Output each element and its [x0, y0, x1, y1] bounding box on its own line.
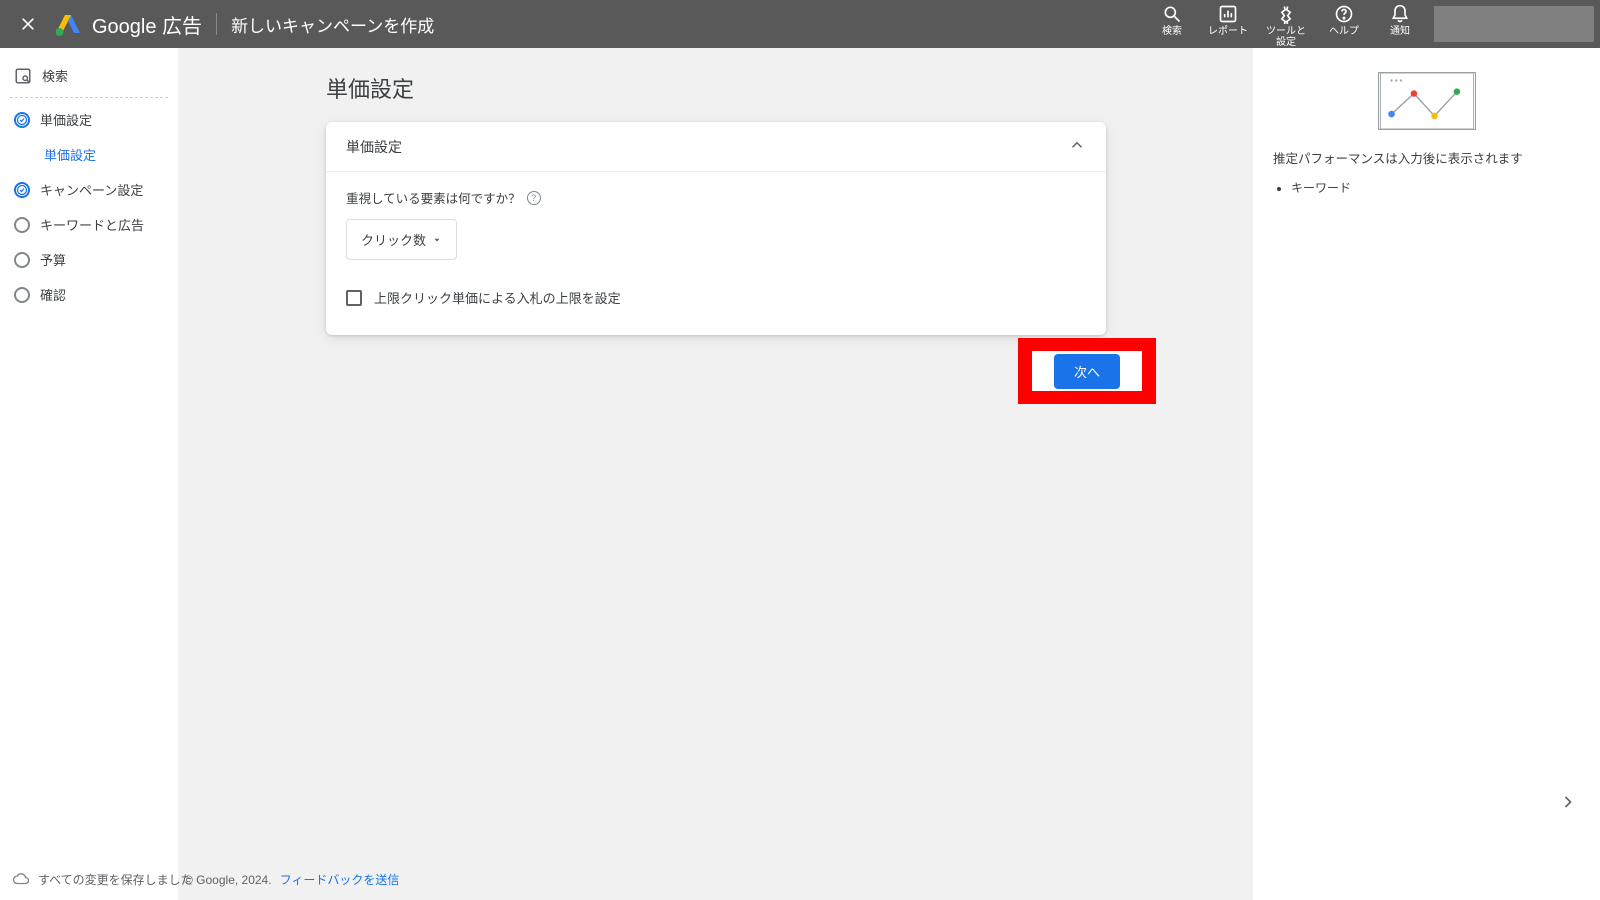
step-bidding-label: 単価設定: [40, 110, 92, 129]
bidding-card: 単価設定 重視している要素は何ですか？ ? クリック数: [326, 122, 1106, 335]
step-review[interactable]: 確認: [10, 277, 168, 312]
autosave-status: すべての変更を保存しました: [12, 870, 193, 888]
copyright-label: © Google, 2024.: [184, 873, 272, 887]
step-review-label: 確認: [40, 285, 66, 304]
focus-question-row: 重視している要素は何ですか？ ?: [346, 188, 1086, 207]
performance-message: 推定パフォーマンスは入力後に表示されます: [1273, 150, 1580, 169]
page-header-title: 新しいキャンペーンを作成: [231, 12, 434, 37]
card-title: 単価設定: [346, 137, 402, 157]
step-circle-icon: [14, 287, 30, 303]
step-check-icon: [14, 182, 30, 198]
close-icon[interactable]: [20, 16, 36, 32]
search-label: 検索: [1144, 26, 1200, 37]
step-campaign-settings[interactable]: キャンペーン設定: [10, 172, 168, 207]
step-bidding-sub-label: 単価設定: [44, 145, 96, 164]
max-cpc-checkbox-label: 上限クリック単価による入札の上限を設定: [374, 288, 621, 307]
footer-bar: © Google, 2024. フィードバックを送信: [184, 871, 399, 888]
performance-bullets: キーワード: [1273, 179, 1580, 196]
performance-bullet-keyword: キーワード: [1291, 179, 1580, 196]
max-cpc-checkbox-row: 上限クリック単価による入札の上限を設定: [346, 288, 1086, 307]
left-sidebar: 検索 単価設定 単価設定 キャンペーン設定 キーワードと広告 予算 確認: [0, 48, 178, 900]
main-content: 単価設定 単価設定 重視している要素は何ですか？ ? クリック数: [178, 48, 1253, 900]
chevron-up-icon[interactable]: [1068, 136, 1086, 157]
sidebar-separator: [10, 97, 168, 98]
reports-label: レポート: [1200, 26, 1256, 37]
focus-question-label: 重視している要素は何ですか？: [346, 188, 521, 207]
step-campaign-settings-label: キャンペーン設定: [40, 180, 143, 199]
campaign-type-label: 検索: [42, 66, 68, 85]
next-button[interactable]: 次へ: [1054, 354, 1120, 389]
account-selector[interactable]: [1434, 6, 1594, 42]
app-header: Google 広告 新しいキャンペーンを作成 検索 レポート ツールと 設定 ヘ…: [0, 0, 1600, 48]
step-circle-icon: [14, 252, 30, 268]
help-label: ヘルプ: [1316, 26, 1372, 37]
step-keywords-ads[interactable]: キーワードと広告: [10, 207, 168, 242]
header-divider: [216, 13, 217, 35]
feedback-link[interactable]: フィードバックを送信: [280, 871, 400, 888]
collapse-panel-button[interactable]: [1550, 784, 1586, 820]
next-button-container: 次へ: [1032, 351, 1142, 391]
cloud-saved-icon: [12, 870, 30, 888]
brand-label: Google 広告: [92, 10, 202, 39]
step-circle-icon: [14, 217, 30, 233]
tools-settings-label: ツールと 設定: [1256, 26, 1316, 48]
help-icon[interactable]: ?: [527, 191, 541, 205]
google-ads-logo-icon: [56, 12, 80, 36]
performance-panel: 推定パフォーマンスは入力後に表示されます キーワード: [1253, 48, 1600, 900]
max-cpc-checkbox[interactable]: [346, 290, 362, 306]
step-budget[interactable]: 予算: [10, 242, 168, 277]
notifications-label: 通知: [1372, 26, 1428, 37]
page-title: 単価設定: [326, 72, 1106, 104]
step-keywords-ads-label: キーワードと広告: [40, 215, 144, 234]
campaign-type-icon: [14, 67, 32, 85]
autosave-label: すべての変更を保存しました: [38, 871, 193, 888]
caret-down-icon: [432, 235, 442, 245]
help-button[interactable]: ヘルプ: [1316, 4, 1372, 37]
campaign-type-row[interactable]: 検索: [10, 58, 168, 93]
next-button-highlight: 次へ: [1018, 338, 1156, 404]
focus-select[interactable]: クリック数: [346, 219, 457, 260]
performance-chart-icon: [1378, 72, 1476, 130]
search-button[interactable]: 検索: [1144, 4, 1200, 37]
card-header[interactable]: 単価設定: [326, 122, 1106, 172]
notifications-button[interactable]: 通知: [1372, 4, 1428, 37]
step-bidding-sub[interactable]: 単価設定: [10, 137, 168, 172]
header-tools: 検索 レポート ツールと 設定 ヘルプ 通知: [1144, 0, 1600, 48]
step-bidding[interactable]: 単価設定: [10, 102, 168, 137]
reports-button[interactable]: レポート: [1200, 4, 1256, 37]
step-budget-label: 予算: [40, 250, 66, 269]
step-check-icon: [14, 112, 30, 128]
chevron-right-icon: [1558, 792, 1578, 812]
focus-select-value: クリック数: [361, 230, 426, 249]
tools-settings-button[interactable]: ツールと 設定: [1256, 4, 1316, 48]
